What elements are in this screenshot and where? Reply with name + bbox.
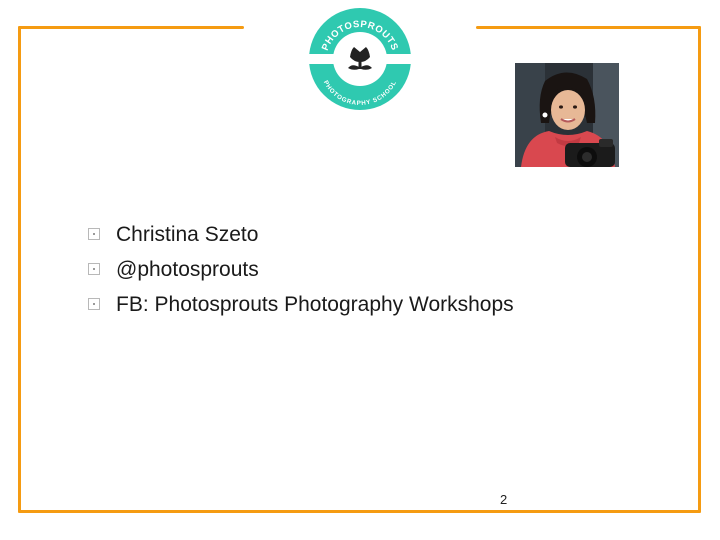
frame-right-border <box>698 26 701 513</box>
bullet-text: Christina Szeto <box>116 223 259 246</box>
bullet-list: Christina Szeto @photosprouts FB: Photos… <box>88 222 514 327</box>
bullet-marker-icon <box>88 298 100 310</box>
frame-left-border <box>18 26 21 513</box>
photosprouts-logo-icon: PHOTOSPROUTS PHOTOGRAPHY SCHOOL <box>306 5 414 113</box>
frame-bottom-border <box>18 510 701 513</box>
bullet-item-name: Christina Szeto <box>88 222 514 257</box>
bullet-item-facebook: FB: Photosprouts Photography Workshops <box>88 292 514 327</box>
bullet-item-handle: @photosprouts <box>88 257 514 292</box>
bullet-text: FB: Photosprouts Photography Workshops <box>116 293 514 316</box>
bullet-text: @photosprouts <box>116 258 259 281</box>
frame-top-right-border <box>476 26 701 29</box>
page-number: 2 <box>500 492 508 507</box>
slide: PHOTOSPROUTS PHOTOGRAPHY SCHOOL Christin… <box>0 0 720 540</box>
speaker-photo <box>515 63 619 167</box>
bullet-marker-icon <box>88 228 100 240</box>
bullet-marker-icon <box>88 263 100 275</box>
frame-top-left-border <box>18 26 244 29</box>
